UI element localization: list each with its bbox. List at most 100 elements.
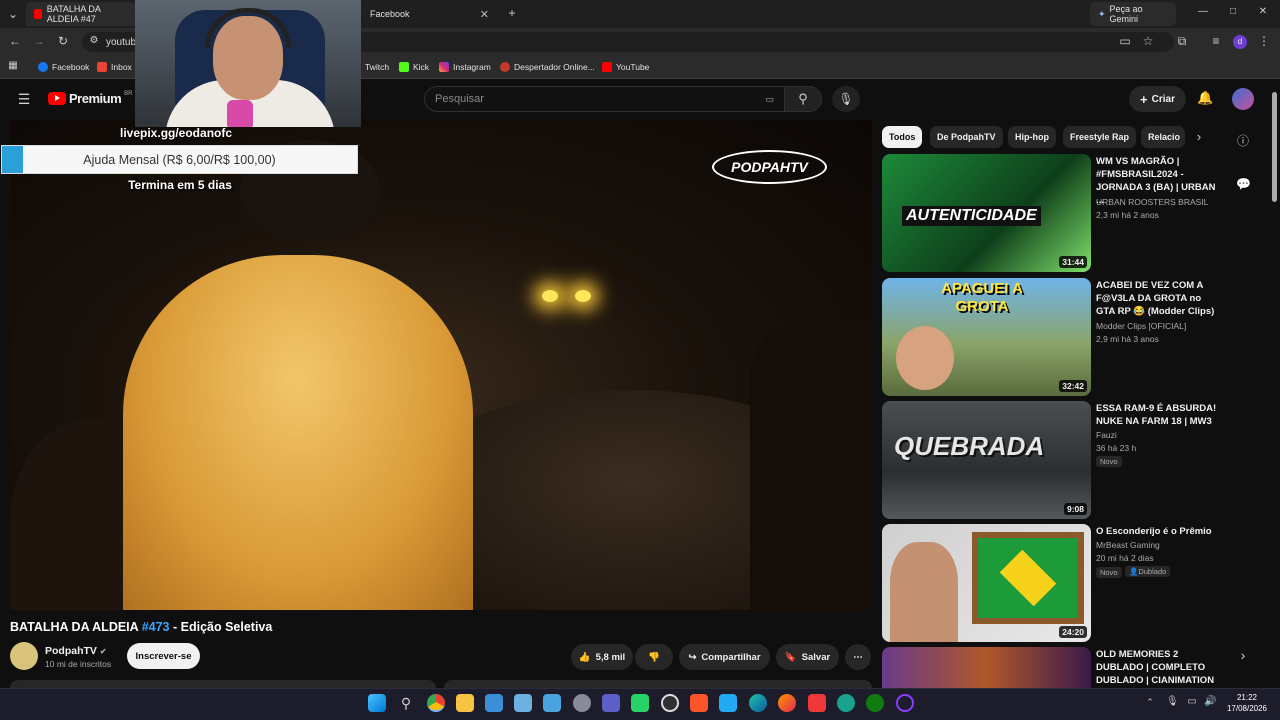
bookmark-despertador[interactable]: Despertador Online...	[500, 60, 595, 74]
like-button[interactable]: 👍 5,8 mil	[571, 644, 633, 670]
webcam-overlay	[135, 0, 361, 127]
whatsapp-icon[interactable]	[631, 694, 649, 712]
extensions-icon[interactable]: ⧉	[1175, 35, 1189, 47]
video-thumbnail[interactable]	[882, 647, 1091, 688]
subscribe-button[interactable]: Inscrever-se	[127, 643, 200, 669]
hamburger-menu-icon[interactable]: ☰	[16, 92, 32, 106]
search-input[interactable]: Pesquisar ▭	[424, 86, 785, 112]
mic-icon[interactable]: 🎙	[832, 86, 860, 112]
share-button[interactable]: ↪ Compartilhar	[679, 644, 770, 670]
video-item-channel[interactable]: Fauzi	[1096, 430, 1117, 440]
chip-freestyle-rap[interactable]: Freestyle Rap	[1063, 126, 1137, 148]
chip-de-podpahtv[interactable]: De PodpahTV	[930, 126, 1003, 148]
tray-chevron-icon[interactable]: ⌃	[1145, 698, 1155, 707]
verified-icon: ✔	[99, 647, 107, 656]
title-hashtag[interactable]: #473	[142, 620, 170, 634]
comments-box-edge[interactable]	[444, 680, 872, 688]
bookmark-facebook[interactable]: Facebook	[38, 60, 89, 74]
tab-video[interactable]: BATALHA DA ALDEIA #47	[26, 2, 136, 26]
windows-start-icon[interactable]	[368, 694, 386, 712]
video-thumbnail[interactable]: 24:20	[882, 524, 1091, 642]
vscode-icon[interactable]	[719, 694, 737, 712]
bookmark-kick[interactable]: Kick	[399, 60, 429, 74]
profile-avatar[interactable]: d	[1233, 35, 1247, 49]
system-clock[interactable]: 21:22 17/08/2026	[1222, 692, 1272, 714]
search-button[interactable]: ⚲	[784, 86, 822, 112]
forward-icon[interactable]: →	[32, 35, 46, 47]
tab-search-icon[interactable]: ⌄	[6, 8, 20, 20]
maximize-icon[interactable]: □	[1226, 7, 1240, 17]
chrome-icon[interactable]	[427, 694, 445, 712]
reading-list-icon[interactable]: ≡	[1209, 35, 1223, 47]
channel-name[interactable]: PodpahTV ✔	[45, 645, 107, 657]
video-item-title[interactable]: ESSA RAM-9 É ABSURDA! NUKE NA FARM 18 | …	[1096, 402, 1221, 428]
settings-icon[interactable]	[573, 694, 591, 712]
browser-menu-icon[interactable]: ⋮	[1258, 35, 1270, 47]
cast-icon[interactable]: ▭	[1118, 35, 1132, 47]
microphone-tray-icon[interactable]: 🎙	[1166, 697, 1179, 707]
youtube-logo[interactable]: Premium BR	[48, 91, 132, 106]
keyboard-icon[interactable]: ▭	[765, 94, 774, 105]
brave-icon[interactable]	[690, 694, 708, 712]
video-item-title[interactable]: ACABEI DE VEZ COM A F@V3LA DA GROTA no G…	[1096, 279, 1221, 318]
video-item-title[interactable]: O Esconderijo é o Prêmio	[1096, 525, 1221, 538]
reload-icon[interactable]: ↻	[56, 35, 70, 47]
edge-icon[interactable]	[749, 694, 767, 712]
chips-next-icon[interactable]: ›	[1192, 130, 1206, 143]
dislike-button[interactable]: 👎	[635, 644, 673, 670]
minimize-icon[interactable]: —	[1196, 7, 1210, 17]
close-tab-icon[interactable]: ✕	[480, 8, 489, 21]
new-tab-icon[interactable]: +	[505, 7, 519, 19]
channel-avatar[interactable]	[10, 642, 38, 670]
video-item-meta: 2,9 mi há 3 anos	[1096, 334, 1159, 344]
youtube-favicon-icon	[34, 9, 42, 19]
page-scrollbar[interactable]	[1272, 92, 1277, 202]
photos-icon[interactable]	[485, 694, 503, 712]
network-icon[interactable]: ▭	[1186, 697, 1198, 707]
xbox-icon[interactable]	[866, 694, 884, 712]
video-thumbnail[interactable]: QUEBRADA 9:08	[882, 401, 1091, 519]
instagram-icon	[439, 62, 449, 72]
remote-desktop-icon[interactable]	[543, 694, 561, 712]
back-icon[interactable]: ←	[8, 35, 22, 47]
video-item-channel[interactable]: URBAN ROOSTERS BRASIL	[1096, 197, 1208, 207]
account-avatar[interactable]	[1232, 88, 1254, 110]
bookmark-youtube[interactable]: YouTube	[602, 60, 649, 74]
video-thumbnail[interactable]: AUTENTICIDADE 31:44	[882, 154, 1091, 272]
bookmark-inbox[interactable]: Inbox	[97, 60, 132, 74]
app-icon[interactable]	[896, 694, 914, 712]
firefox-icon[interactable]	[778, 694, 796, 712]
app-icon[interactable]	[837, 694, 855, 712]
video-item-channel[interactable]: MrBeast Gaming	[1096, 540, 1160, 550]
video-thumbnail[interactable]: APAGUEI A GROTA 32:42	[882, 278, 1091, 396]
description-box-edge[interactable]	[10, 680, 436, 688]
bookmark-twitch[interactable]: Twitch	[365, 60, 389, 74]
video-item-title[interactable]: OLD MEMORIES 2 DUBLADO | COMPLETO DUBLAD…	[1096, 648, 1221, 688]
bookmark-instagram[interactable]: Instagram	[439, 60, 491, 74]
teams-icon[interactable]	[602, 694, 620, 712]
notepad-icon[interactable]	[514, 694, 532, 712]
site-info-icon[interactable]: ⚙	[88, 36, 100, 46]
apps-icon[interactable]: ▦	[6, 61, 20, 71]
taskbar-search-icon[interactable]: ⚲	[397, 696, 415, 710]
bookmark-star-icon[interactable]: ☆	[1141, 35, 1155, 47]
video-player[interactable]	[10, 120, 872, 610]
chip-relacionados[interactable]: Relacio	[1141, 126, 1185, 148]
close-window-icon[interactable]: ✕	[1256, 7, 1270, 17]
more-actions-button[interactable]: ⋯	[845, 644, 871, 670]
chip-todos[interactable]: Todos	[882, 126, 923, 148]
save-button[interactable]: 🔖 Salvar	[776, 644, 839, 670]
gemini-button[interactable]: ✦ Peça ao Gemini	[1090, 2, 1176, 26]
info-icon[interactable]: ⓘ	[1236, 135, 1250, 147]
chip-hip-hop[interactable]: Hip-hop	[1008, 126, 1056, 148]
notifications-bell-icon[interactable]: 🔔	[1197, 91, 1213, 104]
volume-icon[interactable]: 🔊	[1204, 697, 1216, 707]
create-button[interactable]: + Criar	[1129, 86, 1186, 112]
next-video-icon[interactable]: ›	[1236, 648, 1250, 662]
video-item-channel[interactable]: Modder Clips [OFICIAL]	[1096, 321, 1186, 331]
chat-icon[interactable]: 💬	[1236, 178, 1251, 190]
obs-icon[interactable]	[661, 694, 679, 712]
file-explorer-icon[interactable]	[456, 694, 474, 712]
vivaldi-icon[interactable]	[808, 694, 826, 712]
tab-facebook[interactable]: Facebook ✕	[362, 2, 497, 26]
